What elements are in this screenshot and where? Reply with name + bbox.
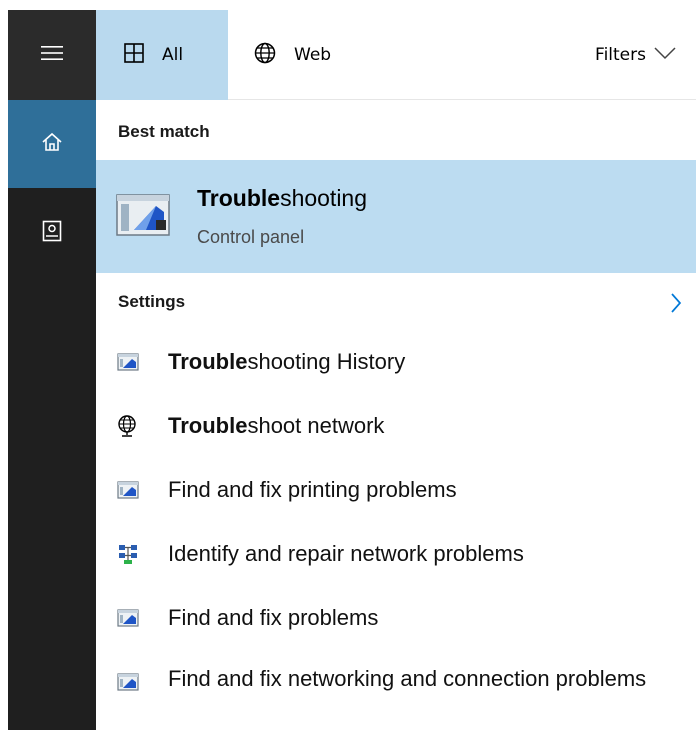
tab-all-label: All [162, 45, 184, 65]
best-match-title-rest: shooting [280, 185, 368, 211]
results-panel: All Web Filters Best match Troubleshooti… [96, 10, 696, 730]
control-panel-icon [116, 670, 140, 694]
list-item-label: Troubleshooting History [168, 349, 405, 375]
network-diagnostics-icon [116, 542, 140, 566]
list-item-label: Find and fix networking and connection p… [168, 662, 688, 696]
tab-web[interactable]: Web [228, 10, 378, 100]
list-item-label-rest: Find and fix printing problems [168, 477, 457, 502]
notebook-button[interactable] [8, 188, 96, 278]
scope-tabs: All Web Filters [96, 10, 696, 100]
tab-web-label: Web [294, 45, 332, 65]
control-panel-icon [116, 478, 140, 502]
list-item[interactable]: Identify and repair network problems [96, 522, 696, 586]
chevron-right-icon[interactable] [670, 292, 682, 318]
window-top-edge [0, 0, 696, 10]
list-item-label-rest: Find and fix problems [168, 605, 379, 630]
list-item[interactable]: Find and fix networking and connection p… [96, 650, 696, 730]
list-item[interactable]: Find and fix printing problems [96, 458, 696, 522]
list-item-label: Find and fix problems [168, 605, 378, 631]
left-rail [8, 10, 96, 730]
best-match-heading: Best match [118, 122, 210, 141]
chevron-down-icon [654, 45, 676, 65]
notebook-icon [42, 220, 62, 246]
best-match-subtitle: Control panel [197, 227, 305, 247]
filters-label: Filters [595, 45, 646, 65]
list-item-label: Identify and repair network problems [168, 541, 524, 567]
search-flyout: All Web Filters Best match Troubleshooti… [8, 10, 696, 730]
troubleshooting-icon [116, 192, 170, 242]
home-button[interactable] [8, 100, 96, 188]
list-item-label: Troubleshoot network [168, 413, 384, 439]
control-panel-icon [116, 606, 140, 630]
network-globe-icon [116, 414, 140, 438]
list-item-label-bold: Trouble [168, 413, 248, 438]
control-panel-icon [116, 350, 140, 374]
list-item-label-rest: shoot network [247, 413, 385, 438]
list-item-label: Find and fix printing problems [168, 477, 457, 503]
hamburger-icon [41, 45, 63, 65]
settings-heading: Settings [118, 292, 186, 311]
list-item[interactable]: Find and fix problems [96, 586, 696, 650]
filters-dropdown[interactable]: Filters [595, 10, 676, 100]
best-match-title: Troubleshooting [197, 185, 367, 212]
tab-all[interactable]: All [96, 10, 228, 100]
list-item-label-bold: Trouble [168, 349, 248, 374]
grid-icon [124, 42, 144, 68]
globe-icon [254, 42, 276, 69]
list-item[interactable]: Troubleshoot network [96, 394, 696, 458]
list-item[interactable]: Troubleshooting History [96, 330, 696, 394]
home-icon [41, 131, 63, 157]
list-item-label-rest: Find and fix networking and connection p… [168, 666, 647, 691]
best-match-result[interactable]: Troubleshooting Control panel [96, 160, 696, 273]
hamburger-menu-button[interactable] [8, 10, 96, 100]
best-match-title-bold: Trouble [197, 185, 281, 211]
list-item-label-rest: shooting History [247, 349, 406, 374]
list-item-label-rest: Identify and repair network problems [168, 541, 524, 566]
